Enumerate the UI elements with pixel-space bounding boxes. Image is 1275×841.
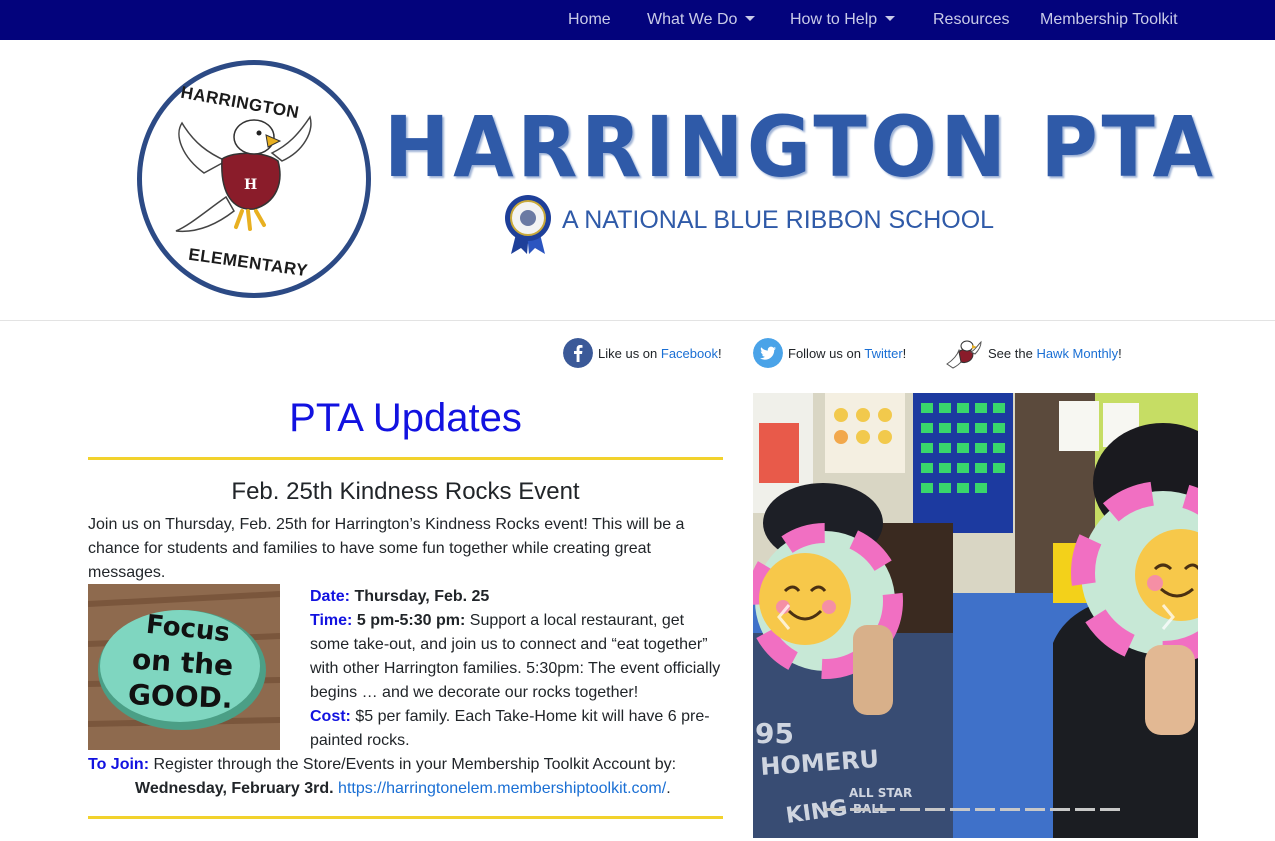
event-title: Feb. 25th Kindness Rocks Event (231, 478, 580, 505)
hawk-mascot-icon[interactable] (943, 338, 983, 372)
chevron-down-icon (745, 16, 756, 21)
twitter-link[interactable]: Twitter (864, 346, 902, 361)
chevron-right-icon[interactable] (1157, 603, 1177, 631)
facebook-icon[interactable] (563, 338, 593, 368)
blue-ribbon-subtitle: A NATIONAL BLUE RIBBON SCHOOL (562, 206, 995, 234)
section-heading: PTA Updates (289, 396, 522, 440)
carousel-indicator[interactable] (1025, 808, 1045, 811)
join-deadline: Wednesday, February 3rd. (135, 780, 334, 797)
carousel-indicator[interactable] (900, 808, 920, 811)
facebook-link[interactable]: Facebook (661, 346, 718, 361)
carousel-indicator[interactable] (1100, 808, 1120, 811)
rock-text-line-3: GOOD. (127, 678, 234, 715)
svg-text:H: H (244, 177, 257, 193)
hawk-suffix: ! (1118, 346, 1122, 361)
facebook-prefix: Like us on (598, 346, 661, 361)
facebook-suffix: ! (717, 346, 722, 361)
kindness-rock-photo: Focus on the GOOD. (88, 584, 280, 750)
date-label: Date: (310, 588, 351, 605)
join-deadline-line: Wednesday, February 3rd. https://harring… (135, 777, 735, 801)
divider-bottom (88, 816, 723, 819)
carousel-indicator[interactable] (975, 808, 995, 811)
carousel-indicator[interactable] (850, 808, 870, 811)
event-details: Date: Thursday, Feb. 25 Time: 5 pm-5:30 … (310, 585, 725, 753)
nav-membership-toolkit[interactable]: Membership Toolkit (1040, 0, 1178, 40)
chevron-down-icon (885, 16, 896, 21)
time-line: Time: 5 pm-5:30 pm: Support a local rest… (310, 609, 725, 705)
site-banner: H HARRINGTON ELEMENTARY HARRINGTON PTA A… (0, 40, 1275, 321)
twitter-social: Follow us on Twitter! (753, 338, 906, 370)
join-label: To Join: (88, 756, 150, 773)
top-navbar: Home What We Do How to Help Resources Me… (0, 0, 1275, 40)
classroom-photo: 95 HOMERU KING ALL STAR BALL (753, 393, 1198, 838)
carousel-indicator[interactable] (925, 808, 945, 811)
event-intro: Join us on Thursday, Feb. 25th for Harri… (88, 516, 685, 581)
chevron-left-icon[interactable] (775, 603, 795, 631)
nav-resources[interactable]: Resources (933, 0, 1009, 40)
date-value: Thursday, Feb. 25 (354, 588, 490, 605)
join-suffix: . (666, 780, 671, 797)
rock-text-line-2: on the (130, 642, 235, 683)
cost-line: Cost: $5 per family. Each Take-Home kit … (310, 705, 725, 753)
shirt-number: 95 (755, 717, 794, 750)
nav-home[interactable]: Home (568, 0, 611, 40)
carousel-indicator[interactable] (875, 808, 895, 811)
nav-what-we-do-label: What We Do (647, 11, 738, 28)
join-line: To Join: Register through the Store/Even… (88, 753, 728, 777)
site-title: HARRINGTON PTA (384, 98, 1217, 196)
carousel-indicator[interactable] (1075, 808, 1095, 811)
facebook-social: Like us on Facebook! (563, 338, 722, 370)
twitter-icon[interactable] (753, 338, 783, 368)
divider-top (88, 457, 723, 460)
time-value: 5 pm-5:30 pm: (356, 612, 466, 629)
twitter-suffix: ! (902, 346, 907, 361)
time-label: Time: (310, 612, 353, 629)
date-line: Date: Thursday, Feb. 25 (310, 585, 725, 609)
carousel-indicator[interactable] (950, 808, 970, 811)
membership-toolkit-link[interactable]: https://harringtonelem.membershiptoolkit… (338, 780, 666, 797)
hawk-prefix: See the (988, 346, 1037, 361)
carousel-indicator[interactable] (1000, 808, 1020, 811)
nav-what-we-do[interactable]: What We Do (647, 0, 756, 40)
school-logo[interactable]: H HARRINGTON ELEMENTARY (137, 60, 371, 298)
twitter-prefix: Follow us on (788, 346, 865, 361)
photo-carousel[interactable]: 95 HOMERU KING ALL STAR BALL (753, 393, 1198, 838)
cost-description: $5 per family. Each Take-Home kit will h… (310, 708, 710, 749)
cost-label: Cost: (310, 708, 351, 725)
carousel-indicator[interactable] (1050, 808, 1070, 811)
blue-ribbon-icon (505, 195, 551, 254)
nav-how-to-help[interactable]: How to Help (790, 0, 896, 40)
join-description: Register through the Store/Events in you… (153, 756, 677, 773)
hawk-monthly-social: See the Hawk Monthly! (943, 338, 1122, 370)
carousel-indicator[interactable] (825, 808, 845, 811)
nav-how-to-help-label: How to Help (790, 11, 878, 28)
hawk-monthly-link[interactable]: Hawk Monthly (1036, 346, 1118, 361)
shirt-text-all-star: ALL STAR (849, 786, 912, 800)
